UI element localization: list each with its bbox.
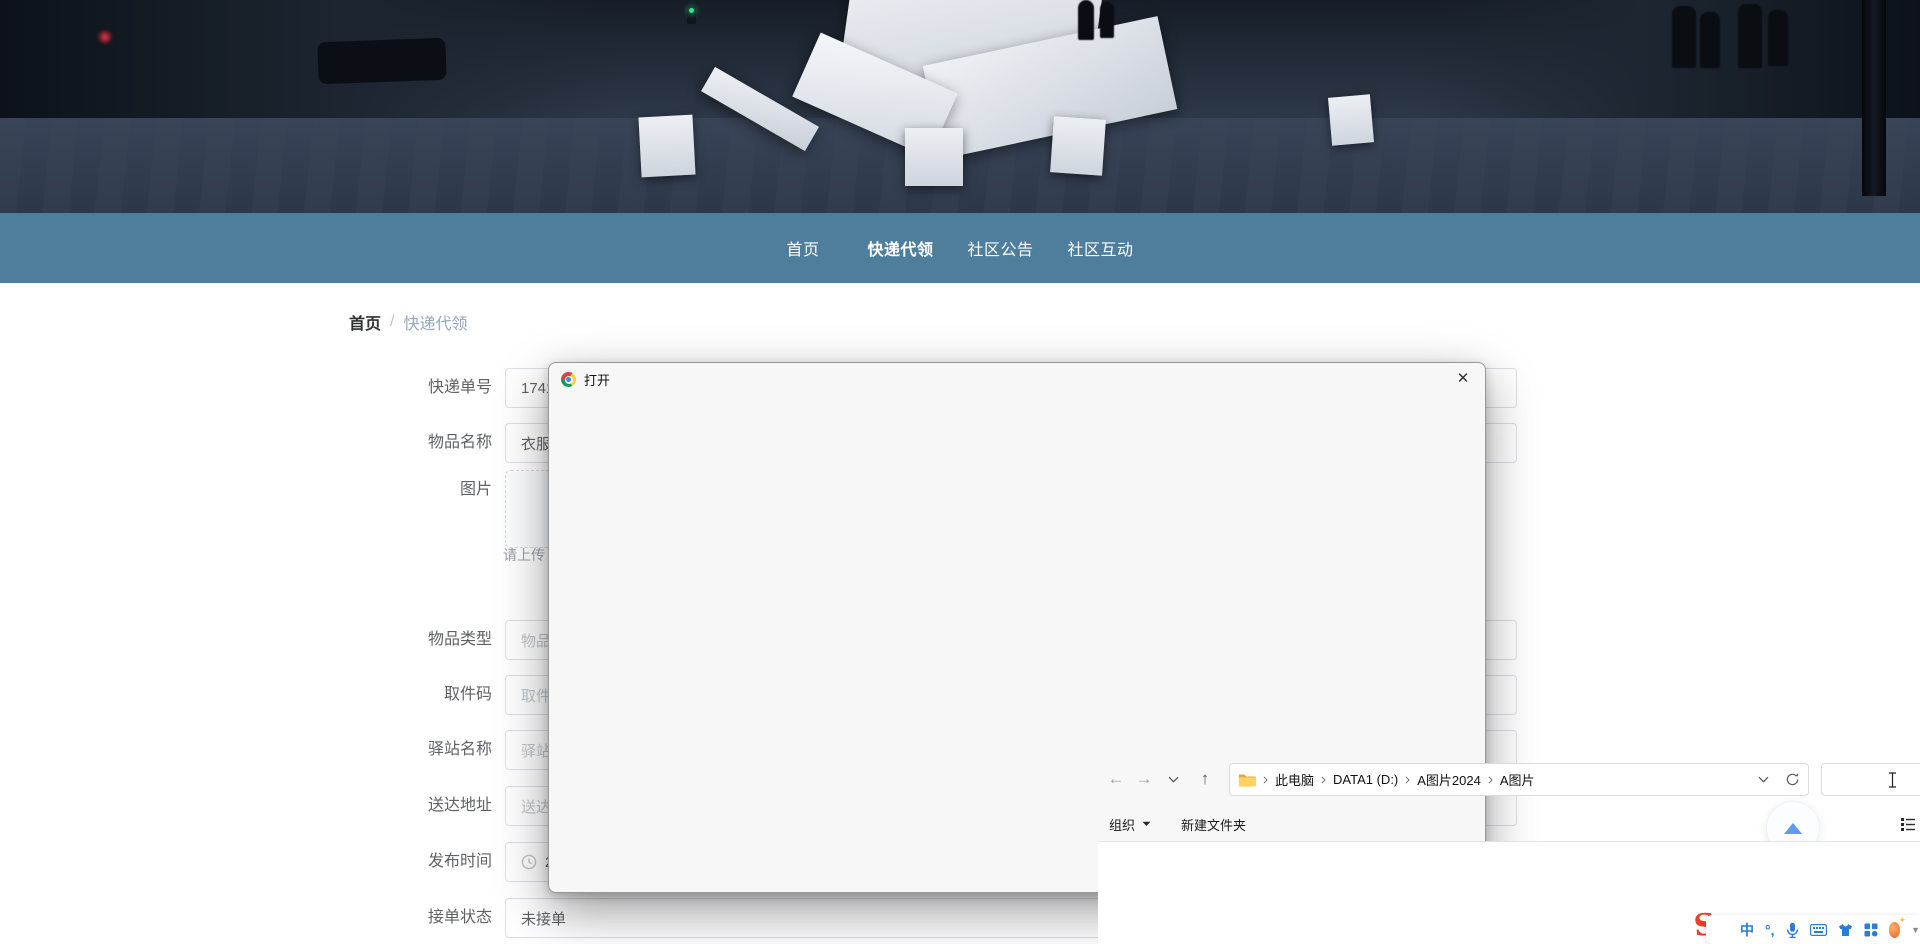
hero-shopping-bag <box>638 114 696 178</box>
form-label-4: 物品类型 <box>427 631 492 648</box>
search-input[interactable] <box>1821 763 1920 796</box>
list-view-icon <box>1901 817 1916 831</box>
path-segment-1[interactable]: 此电脑 <box>1275 770 1314 789</box>
hero-pedestrian <box>1100 2 1114 38</box>
dialog-title: 打开 <box>584 373 611 388</box>
breadcrumb: 首页 / 快递代领 <box>349 310 467 334</box>
path-separator-icon <box>1263 775 1268 784</box>
hero-car <box>317 37 447 85</box>
path-segments: 此电脑 DATA1 (D:) A图片2024 A图片 <box>1263 770 1535 789</box>
organize-button[interactable]: 组织 <box>1109 815 1151 834</box>
arrow-up-icon <box>1784 822 1802 834</box>
hero-pedestrian <box>1738 4 1762 68</box>
path-segment-2[interactable]: DATA1 (D:) <box>1333 772 1398 787</box>
path-separator-icon <box>1405 775 1410 784</box>
refresh-icon[interactable] <box>1785 772 1800 787</box>
path-separator-icon <box>1321 775 1326 784</box>
assistant-icon[interactable] <box>1888 915 1905 938</box>
text-cursor-icon <box>1888 771 1897 788</box>
path-separator-icon <box>1488 775 1493 784</box>
path-segment-3[interactable]: A图片2024 <box>1417 770 1481 789</box>
hero-pedestrian <box>1700 12 1720 68</box>
nav-item-3[interactable]: 社区公告 <box>968 236 1034 260</box>
microphone-icon[interactable] <box>1786 922 1799 938</box>
form-label-3: 图片 <box>459 481 492 498</box>
hero-lamp-post <box>1862 0 1886 196</box>
form-label-7: 送达地址 <box>427 797 492 814</box>
dialog-titlebar: 打开 <box>561 370 610 389</box>
field-value: 未接单 <box>521 910 567 928</box>
field-value: 送达 <box>521 798 552 816</box>
hero-traffic-light <box>687 6 696 24</box>
chrome-icon <box>561 372 576 387</box>
clock-icon <box>521 854 537 870</box>
breadcrumb-separator: / <box>390 313 395 330</box>
path-segment-4[interactable]: A图片 <box>1500 770 1535 789</box>
field-value: 取件 <box>521 687 552 705</box>
address-dropdown-icon[interactable] <box>1758 776 1769 783</box>
hero-banner-image <box>0 0 1920 213</box>
dialog-toolbar: 组织 新建文件夹 <box>1109 809 1246 839</box>
nav-item-4[interactable]: 社区互动 <box>1068 236 1134 260</box>
back-icon[interactable]: ← <box>1104 765 1128 793</box>
view-mode-button[interactable] <box>1901 817 1920 831</box>
hero-shopping-bag <box>905 128 963 186</box>
form-label-6: 驿站名称 <box>427 741 492 758</box>
hero-pedestrian <box>1078 0 1094 40</box>
field-value: 物品 <box>521 632 552 650</box>
hero-pedestrian <box>1672 6 1696 68</box>
file-open-dialog: 打开 ✕ ← → ↑ 此电脑 DATA1 (D:) A图片2024 A图片 组织 新建 <box>548 362 1920 944</box>
folder-icon <box>1238 772 1256 787</box>
ime-punctuation-button[interactable]: °, <box>1765 923 1775 937</box>
form-label-1: 快递单号 <box>427 379 492 396</box>
form-label-9: 接单状态 <box>427 909 492 926</box>
page: 首页 快递代领 社区公告 社区互动 首页 / 快递代领 快递单号 1741 物品名称 衣服图… <box>0 0 1920 944</box>
main-nav: 首页 快递代领 社区公告 社区互动 <box>0 213 1920 283</box>
form-label-8: 发布时间 <box>427 853 492 870</box>
field-value: 驿站 <box>521 742 552 760</box>
hero-car-taillight <box>96 30 114 44</box>
recent-locations-icon[interactable] <box>1161 765 1185 793</box>
hero-shopping-bag <box>1050 116 1106 176</box>
keyboard-icon[interactable] <box>1809 923 1827 936</box>
toolbox-icon[interactable] <box>1864 923 1878 937</box>
address-bar[interactable]: 此电脑 DATA1 (D:) A图片2024 A图片 <box>1229 763 1809 796</box>
caret-down-icon <box>1142 821 1151 827</box>
breadcrumb-current: 快递代领 <box>403 316 468 333</box>
forward-icon[interactable]: → <box>1132 765 1156 793</box>
ime-caret-icon[interactable]: ▼ <box>1911 925 1920 935</box>
ime-toolbar: 中 °, ▼ <box>1706 915 1920 944</box>
form-label-2: 物品名称 <box>427 434 492 451</box>
upload-hint: 请上传 <box>503 547 545 563</box>
close-icon[interactable]: ✕ <box>1449 365 1477 391</box>
new-folder-button[interactable]: 新建文件夹 <box>1181 815 1246 834</box>
field-value: 衣服 <box>521 435 552 453</box>
hero-pedestrian <box>1768 10 1788 66</box>
nav-item-1[interactable]: 首页 <box>786 236 819 260</box>
skin-icon[interactable] <box>1838 923 1853 937</box>
hero-shopping-bag <box>1327 94 1375 146</box>
up-icon[interactable]: ↑ <box>1193 765 1217 793</box>
breadcrumb-home-link[interactable]: 首页 <box>349 310 381 334</box>
nav-item-2[interactable]: 快递代领 <box>867 236 933 260</box>
dialog-view-controls: ? <box>1901 809 1920 839</box>
form-label-5: 取件码 <box>443 686 492 703</box>
ime-chinese-mode-button[interactable]: 中 <box>1740 923 1754 937</box>
